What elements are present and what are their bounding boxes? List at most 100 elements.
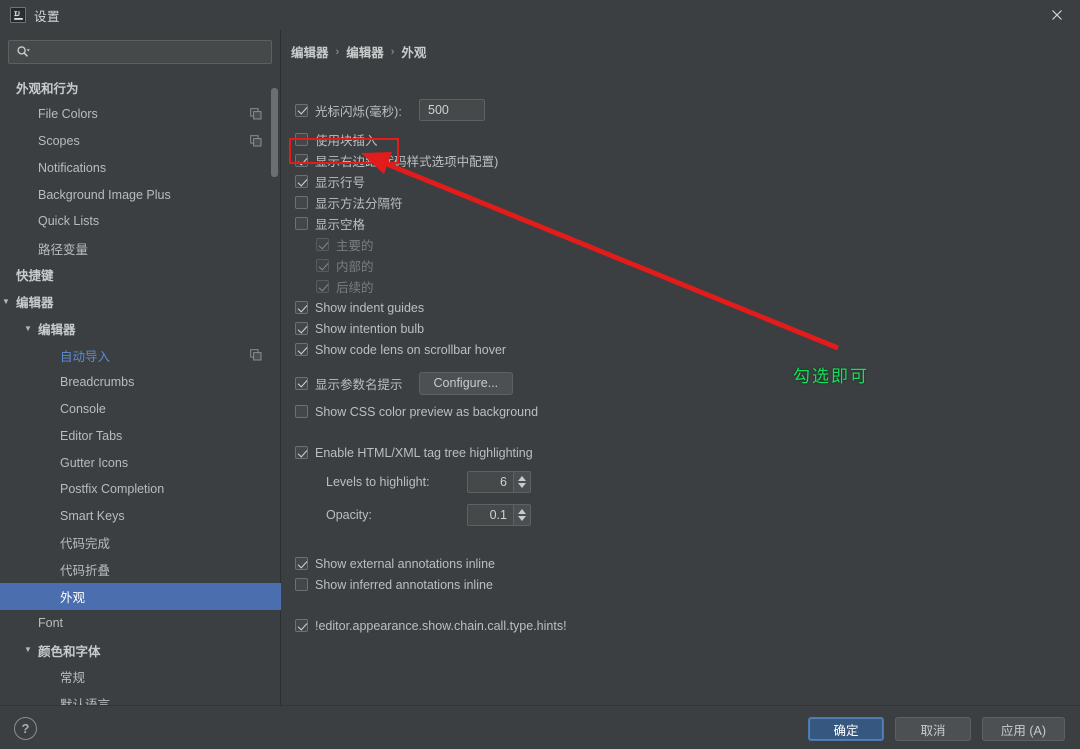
method-separators-checkbox[interactable] [295,196,308,209]
close-icon[interactable] [1034,0,1080,30]
sidebar-item-label: 编辑器 [38,323,76,338]
external-annotations-label: Show external annotations inline [315,556,495,571]
settings-tree[interactable]: 外观和行为 File Colors Scopes Notifications Backg… [0,74,281,705]
sidebar-item-20[interactable]: Font [0,610,281,637]
option-line-numbers[interactable]: 显示行号 [295,171,995,192]
option-whitespaces[interactable]: 显示空格 [295,213,995,234]
whitespace-trailing-checkbox[interactable] [316,280,329,293]
field-levels-to-highlight[interactable]: Levels to highlight: 6 [295,467,995,497]
breadcrumb-item: 外观 [401,46,427,60]
sidebar-item-18[interactable]: 代码折叠 [0,556,281,583]
appearance-options: 光标闪烁(毫秒): 500 使用块插入 显示右边距(代码样式选项中配置) 显示行… [295,96,995,636]
intention-bulb-checkbox[interactable] [295,322,308,335]
search-box[interactable] [8,40,272,64]
whitespace-leading-label: 主要的 [336,239,374,253]
option-external-annotations[interactable]: Show external annotations inline [295,553,995,574]
settings-content-panel: 编辑器 › 编辑器 › 外观 光标闪烁(毫秒): 500 使用块插入 显示右边距(代码样… [282,30,1080,705]
sidebar-item-15[interactable]: Postfix Completion [0,476,281,503]
levels-to-highlight-spinner[interactable]: 6 [467,471,531,493]
option-whitespace-trailing[interactable]: 后续的 [295,276,995,297]
sidebar-item-16[interactable]: Smart Keys [0,503,281,530]
ok-button[interactable]: 确定 [808,717,884,741]
code-lens-checkbox[interactable] [295,343,308,356]
sidebar-scrollbar-thumb[interactable] [271,88,278,177]
option-whitespace-inner[interactable]: 内部的 [295,255,995,276]
sidebar-item-21[interactable]: ▼ 颜色和字体 [0,637,281,664]
code-lens-label: Show code lens on scrollbar hover [315,342,507,357]
option-block-caret[interactable]: 使用块插入 [295,129,995,150]
levels-to-highlight-stepper[interactable] [513,472,530,492]
sidebar-item-3[interactable]: Notifications [0,154,281,181]
sidebar-item-8[interactable]: ▼ 编辑器 [0,288,281,315]
option-intention-bulb[interactable]: Show intention bulb [295,318,995,339]
sidebar-item-22[interactable]: 常规 [0,664,281,691]
sidebar-item-19[interactable]: 外观 [0,583,281,610]
option-caret-blinking[interactable]: 光标闪烁(毫秒): 500 [295,96,995,124]
option-tag-tree-highlighting[interactable]: Enable HTML/XML tag tree highlighting [295,442,995,463]
configure-button[interactable]: Configure... [418,371,514,395]
inferred-annotations-checkbox[interactable] [295,578,308,591]
caret-blinking-checkbox[interactable] [295,103,308,117]
chevron-down-icon[interactable]: ▼ [22,323,34,335]
sidebar-item-0[interactable]: 外观和行为 [0,74,281,101]
option-indent-guides[interactable]: Show indent guides [295,297,995,318]
opacity-stepper[interactable] [513,505,530,525]
sidebar-item-label: Scopes [38,133,80,148]
css-color-preview-checkbox[interactable] [295,405,308,418]
opacity-spinner[interactable]: 0.1 [467,504,531,526]
sidebar-item-13[interactable]: Editor Tabs [0,422,281,449]
tag-tree-highlighting-label: Enable HTML/XML tag tree highlighting [315,445,533,460]
chain-call-hints-checkbox[interactable] [295,619,308,632]
caret-blinking-label: 光标闪烁(毫秒): [315,104,402,119]
option-inferred-annotations[interactable]: Show inferred annotations inline [295,574,995,595]
duplicate-icon[interactable] [249,107,263,121]
whitespace-leading-checkbox[interactable] [316,238,329,251]
line-numbers-checkbox[interactable] [295,175,308,188]
sidebar-item-1[interactable]: File Colors [0,101,281,128]
sidebar-item-5[interactable]: Quick Lists [0,208,281,235]
duplicate-icon[interactable] [249,134,263,148]
sidebar-item-4[interactable]: Background Image Plus [0,181,281,208]
option-code-lens[interactable]: Show code lens on scrollbar hover [295,339,995,360]
caret-blinking-field[interactable]: 500 [419,99,485,121]
apply-button[interactable]: 应用 (A) [982,717,1065,741]
right-margin-checkbox[interactable] [295,154,308,167]
css-color-preview-label: Show CSS color preview as background [315,404,539,419]
whitespace-inner-label: 内部的 [336,260,374,274]
sidebar-item-label: Breadcrumbs [60,375,135,390]
sidebar-item-9[interactable]: ▼ 编辑器 [0,315,281,342]
option-chain-call-hints[interactable]: !editor.appearance.show.chain.call.type.… [295,615,995,636]
breadcrumb-item: 编辑器 [291,46,329,60]
param-hints-checkbox[interactable] [295,376,308,390]
levels-to-highlight-label: Levels to highlight: [326,475,430,489]
sidebar-item-label: File Colors [38,107,98,122]
field-opacity[interactable]: Opacity: 0.1 [295,500,995,530]
breadcrumb-item: 编辑器 [346,46,384,60]
sidebar-item-6[interactable]: 路径变量 [0,235,281,262]
whitespace-inner-checkbox[interactable] [316,259,329,272]
chevron-down-icon[interactable]: ▼ [0,296,12,308]
option-param-hints[interactable]: 显示参数名提示 Configure... [295,370,995,396]
search-input[interactable] [34,42,271,62]
sidebar-item-12[interactable]: Console [0,396,281,423]
sidebar-item-7[interactable]: 快捷键 [0,262,281,289]
option-css-color-preview[interactable]: Show CSS color preview as background [295,401,995,422]
sidebar-item-23[interactable]: 默认语言 [0,690,281,705]
tag-tree-highlighting-checkbox[interactable] [295,446,308,459]
option-whitespace-leading[interactable]: 主要的 [295,234,995,255]
whitespaces-checkbox[interactable] [295,217,308,230]
option-right-margin[interactable]: 显示右边距(代码样式选项中配置) [295,150,995,171]
sidebar-item-2[interactable]: Scopes [0,128,281,155]
chevron-down-icon[interactable]: ▼ [22,644,34,656]
sidebar-item-17[interactable]: 代码完成 [0,530,281,557]
sidebar-item-11[interactable]: Breadcrumbs [0,369,281,396]
external-annotations-checkbox[interactable] [295,557,308,570]
sidebar-item-14[interactable]: Gutter Icons [0,449,281,476]
indent-guides-checkbox[interactable] [295,301,308,314]
cancel-button[interactable]: 取消 [895,717,971,741]
sidebar-item-10[interactable]: 自动导入 [0,342,281,369]
duplicate-icon[interactable] [249,348,263,362]
block-caret-checkbox[interactable] [295,133,308,146]
help-button[interactable]: ? [14,717,37,740]
option-method-separators[interactable]: 显示方法分隔符 [295,192,995,213]
